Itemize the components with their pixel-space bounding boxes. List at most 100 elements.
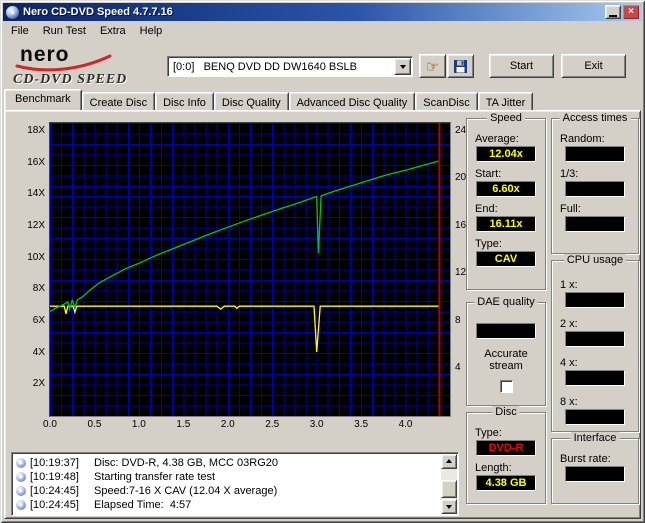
cpu-4x-value [565,370,625,386]
tab-benchmark[interactable]: Benchmark [4,89,82,110]
tab-page-benchmark: 18X 16X 14X 12X 10X 8X 6X 4X 2X 24 20 16 12 8 4 0.0 0.5 1… [4,110,641,519]
x-tick: 3.0 [309,419,324,430]
log-time: [10:24:45] [30,498,79,511]
x-tick: 2.5 [265,419,280,430]
scroll-up-button[interactable] [441,454,457,469]
log-time: [10:24:45] [30,484,79,497]
tab-scandisc[interactable]: ScanDisc [415,92,478,110]
scroll-thumb[interactable] [441,480,457,498]
logo-product-text: CD-DVD SPEED [13,72,127,87]
panel-cpu-usage-title: CPU usage [563,254,627,266]
access-random-value [565,146,625,162]
y-left-tick: 18X [27,124,45,136]
y-right-tick: 12 [455,267,467,279]
titlebar[interactable]: Nero CD-DVD Speed 4.7.7.16 × [3,3,642,21]
minimize-icon [609,14,617,17]
disc-type-value: DVD-R [476,440,536,456]
y-right-tick: 24 [455,124,467,136]
start-speed-value: 6.60x [476,181,536,197]
disc-type-label: Type: [475,427,502,439]
cpu-8x-value [565,409,625,425]
drive-select[interactable]: [0:0] BENQ DVD DD DW1640 BSLB [167,56,413,77]
x-tick: 3.5 [354,419,369,430]
log-line: [10:24:45] Speed:7-16 X CAV (12.04 X ave… [15,484,439,497]
accurate-stream-checkbox[interactable] [499,380,513,393]
minimize-button[interactable] [605,5,621,19]
cpu-2x-value [565,331,625,347]
menu-item-help[interactable]: Help [133,23,170,39]
app-window: Nero CD-DVD Speed 4.7.7.16 × File Run Te… [0,0,645,523]
logo-brand-text: nero [20,43,70,66]
panel-access-times-title: Access times [559,112,631,124]
start-speed-label: Start: [475,168,502,180]
x-tick: 2.0 [220,419,235,430]
y-right-tick: 16 [455,219,467,231]
log-window[interactable]: [10:19:37] Disc: DVD-R, 4.38 GB, MCC 03R… [11,452,459,516]
tab-disc-quality[interactable]: Disc Quality [213,92,289,110]
close-button[interactable]: × [623,5,639,19]
log-disc-icon [16,471,26,482]
rotation-speed-curve [50,305,440,352]
panel-speed-title: Speed [487,112,525,124]
panel-speed: Speed Average: 12.04x Start: 6.60x End: … [466,112,546,290]
y-left-tick: 6X [32,314,45,326]
menu-item-extra[interactable]: Extra [93,23,133,39]
read-speed-curve [50,160,440,313]
dae-quality-value [476,323,536,339]
menu-item-run-test[interactable]: Run Test [36,23,93,39]
y-left-tick: 10X [27,251,45,263]
save-button[interactable] [447,54,474,78]
drive-select-value: [0:0] BENQ DVD DD DW1640 BSLB [173,60,358,73]
panel-access-times: Access times Random: 1/3: Full: [551,112,639,254]
tab-disc-info[interactable]: Disc Info [155,92,214,110]
hand-icon: ☞ [425,57,440,75]
log-disc-icon [16,485,26,496]
access-random-label: Random: [560,133,605,145]
y-left-tick: 12X [27,219,45,231]
speed-type-value: CAV [476,251,536,267]
x-tick: 4.0 [398,419,413,430]
cpu-1x-label: 1 x: [560,279,578,291]
log-time: [10:19:37] [30,456,79,469]
average-speed-value: 12.04x [476,146,536,162]
arrow-down-icon [446,505,452,512]
panel-interface: Interface Burst rate: [551,432,639,504]
chart-series [50,123,441,416]
log-disc-icon [16,457,26,468]
log-disc-icon [16,499,26,510]
x-tick: 1.5 [176,419,191,430]
tab-advanced-disc-quality[interactable]: Advanced Disc Quality [288,92,416,110]
nero-logo: nero CD-DVD SPEED CD-DVD SPEED [13,43,127,88]
panel-disc-title: Disc [492,406,520,418]
start-button[interactable]: Start [489,54,554,78]
log-text: Starting transfer rate test [94,470,216,483]
y-left-tick: 14X [27,188,45,200]
menu-item-file[interactable]: File [4,23,36,39]
log-text: Disc: DVD-R, 4.38 GB, MCC 03RG20 [94,456,278,469]
log-content: [10:19:37] Disc: DVD-R, 4.38 GB, MCC 03R… [15,456,439,513]
panel-cpu-usage: CPU usage 1 x: 2 x: 4 x: 8 x: [551,254,639,432]
access-full-value [565,216,625,232]
eject-load-button[interactable]: ☞ [419,54,446,78]
burst-rate-label: Burst rate: [560,453,611,465]
tab-ta-jitter[interactable]: TA Jitter [477,92,534,110]
drive-select-arrow[interactable] [394,58,411,75]
speed-type-label: Type: [475,238,502,250]
y-left-tick: 8X [32,283,45,295]
access-third-label: 1/3: [560,168,579,180]
cpu-1x-value [565,292,625,308]
y-left-tick: 4X [32,346,45,358]
menubar: File Run Test Extra Help [3,21,642,40]
log-text: Elapsed Time: 4:57 [94,498,192,511]
accurate-stream-label: Accurate stream [484,348,528,372]
tab-create-disc[interactable]: Create Disc [81,92,156,110]
scroll-down-button[interactable] [441,499,457,514]
tab-strip: Benchmark Create Disc Disc Info Disc Qua… [4,89,534,110]
exit-button[interactable]: Exit [561,54,626,78]
y-right-tick: 20 [455,172,467,184]
floppy-icon [454,59,467,73]
log-scrollbar[interactable] [441,454,457,514]
x-tick: 1.0 [131,419,146,430]
arrow-up-icon [446,456,452,463]
app-icon [6,5,19,19]
